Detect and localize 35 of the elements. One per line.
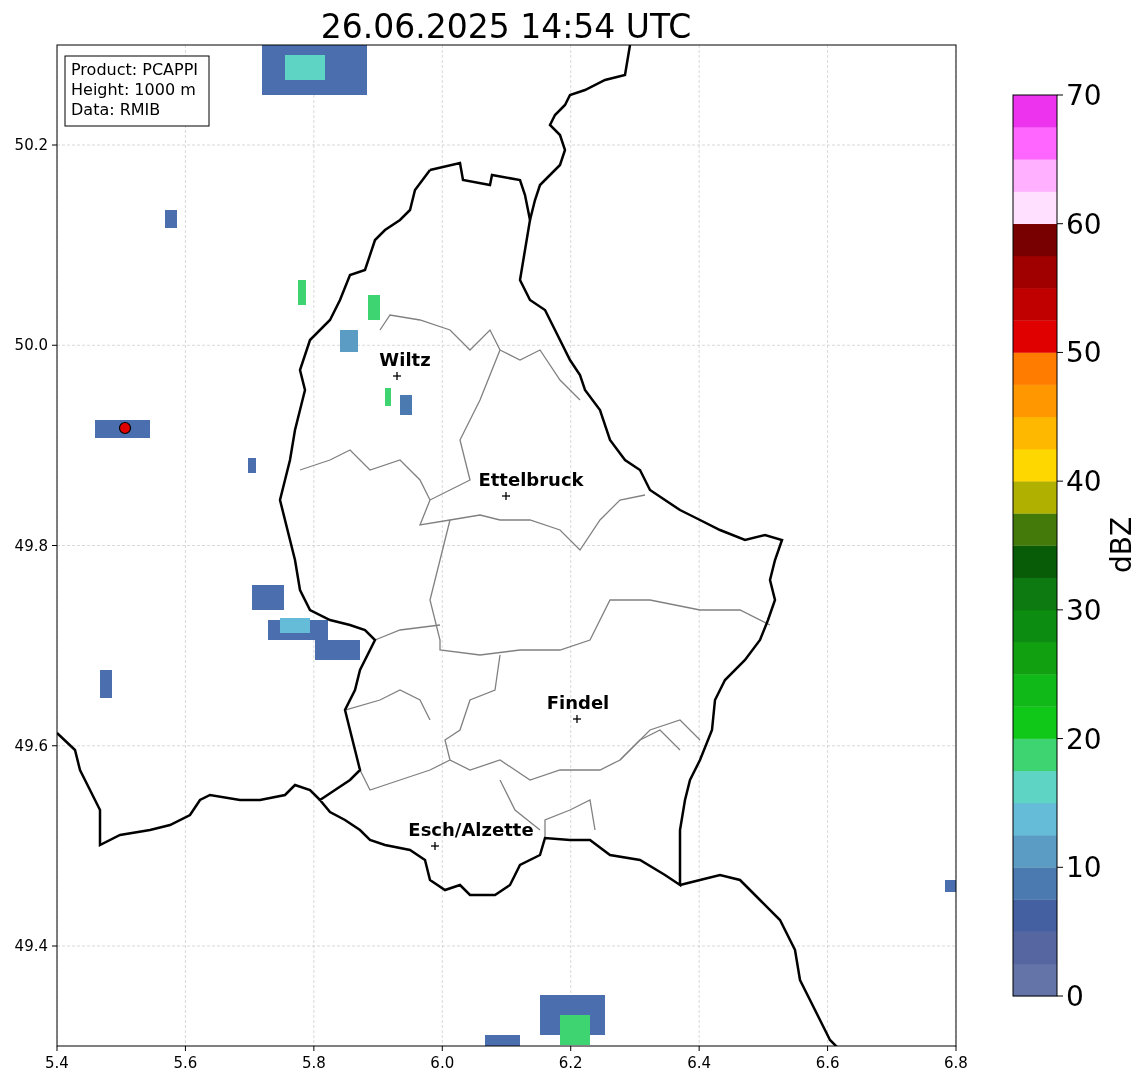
colorbar-label: dBZ bbox=[1105, 516, 1138, 574]
axis-tick-label: 6.2 bbox=[558, 1054, 583, 1072]
axis-tick-label: 50.2 bbox=[14, 136, 48, 154]
axis-tick-label: 49.8 bbox=[14, 536, 48, 555]
colorbar-tick-label: 70 bbox=[1066, 79, 1102, 112]
city-marker-icon bbox=[430, 841, 440, 851]
colorbar-tick-label: 30 bbox=[1066, 593, 1102, 627]
city-marker-icon bbox=[392, 371, 402, 381]
city-marker-icon bbox=[501, 491, 511, 501]
info-text: Data: RMIB bbox=[71, 100, 161, 119]
colorbar-tick-label: 20 bbox=[1066, 722, 1102, 756]
axis-tick-label: 6.6 bbox=[815, 1054, 840, 1072]
axis-tick-label: 6.8 bbox=[944, 1054, 968, 1072]
axis-tick-label: 49.4 bbox=[14, 937, 48, 955]
axis-tick-label: 5.6 bbox=[173, 1054, 198, 1072]
axis-tick-label: 5.4 bbox=[45, 1054, 69, 1072]
colorbar-tick-label: 50 bbox=[1066, 336, 1102, 370]
info-text: Product: PCAPPI bbox=[71, 60, 198, 79]
colorbar-tick-label: 10 bbox=[1066, 851, 1102, 885]
radar-site-icon bbox=[118, 421, 132, 435]
city-label: Wiltz bbox=[379, 349, 431, 370]
city-label: Esch/Alzette bbox=[408, 819, 534, 840]
info-text: Height: 1000 m bbox=[71, 80, 196, 99]
city-marker-icon bbox=[572, 714, 582, 724]
colorbar-tick-label: 60 bbox=[1066, 207, 1102, 241]
city-label: Ettelbruck bbox=[478, 469, 584, 490]
chart-title: 26.06.2025 14:54 UTC bbox=[320, 7, 692, 46]
axis-tick-label: 49.6 bbox=[14, 736, 48, 755]
axis-tick-label: 50.0 bbox=[14, 336, 48, 355]
axis-tick-label: 6.0 bbox=[430, 1054, 455, 1072]
colorbar-tick-label: 40 bbox=[1066, 465, 1102, 499]
colorbar-tick-label: 0 bbox=[1066, 980, 1084, 1013]
city-label: Findel bbox=[546, 692, 610, 713]
axis-tick-label: 5.8 bbox=[301, 1054, 326, 1072]
axis-tick-label: 6.4 bbox=[687, 1054, 712, 1072]
